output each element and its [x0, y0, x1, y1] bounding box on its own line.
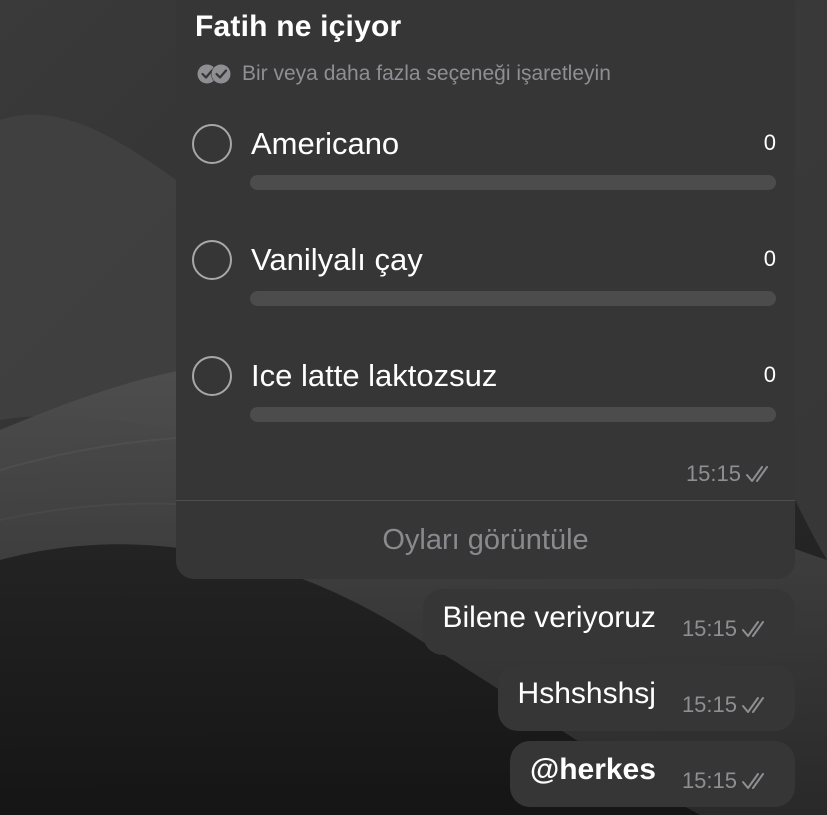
poll-option-label: Ice latte laktozsuz: [251, 358, 498, 393]
mention-text[interactable]: @herkes: [530, 753, 656, 787]
poll-option-count: 0: [763, 130, 776, 155]
message-bubble[interactable]: Hshshshsj 15:15: [497, 665, 795, 731]
poll-message: Fatih ne içiyor Bir veya daha fazla seçe…: [176, 0, 795, 579]
message-timestamp: 15:15: [682, 692, 771, 718]
radio-button[interactable]: [192, 356, 232, 396]
poll-subtitle-text: Bir veya daha fazla seçeneği işaretleyin: [242, 62, 611, 85]
message-text: Bilene veriyoruz: [442, 601, 656, 634]
message-time: 15:15: [681, 692, 737, 717]
message-time: 15:15: [681, 616, 737, 641]
message-time: 15:15: [681, 768, 737, 793]
poll-option[interactable]: Ice latte laktozsuz 0: [192, 356, 776, 446]
double-check-icon: [742, 697, 764, 713]
radio-button[interactable]: [192, 124, 232, 164]
message-bubble[interactable]: @herkes 15:15: [509, 741, 795, 807]
double-check-circle-icon: [197, 64, 231, 84]
double-check-icon: [746, 466, 768, 482]
poll-subtitle: Bir veya daha fazla seçeneği işaretleyin: [196, 62, 611, 86]
poll-time: 15:15: [685, 461, 741, 486]
double-check-icon: [742, 621, 764, 637]
poll-option-count: 0: [763, 246, 776, 271]
poll-option[interactable]: Vanilyalı çay 0: [192, 240, 776, 330]
poll-option-label: Vanilyalı çay: [251, 242, 423, 277]
message-bubble[interactable]: Bilene veriyoruz 15:15: [422, 589, 795, 655]
message-timestamp: 15:15: [682, 768, 771, 794]
radio-button[interactable]: [192, 240, 232, 280]
poll-option-label: Americano: [251, 126, 400, 161]
double-check-icon: [742, 773, 764, 789]
poll-timestamp: 15:15: [686, 461, 775, 487]
poll-option-bar: [250, 175, 776, 190]
view-votes-button[interactable]: Oyları görüntüle: [176, 501, 795, 579]
poll-option-bar: [250, 407, 776, 422]
poll-option[interactable]: Americano 0: [192, 124, 776, 214]
poll-option-bar: [250, 291, 776, 306]
poll-option-count: 0: [763, 362, 776, 387]
message-timestamp: 15:15: [682, 616, 771, 642]
message-text: Hshshshsj: [517, 677, 656, 710]
poll-title: Fatih ne içiyor: [195, 10, 402, 43]
